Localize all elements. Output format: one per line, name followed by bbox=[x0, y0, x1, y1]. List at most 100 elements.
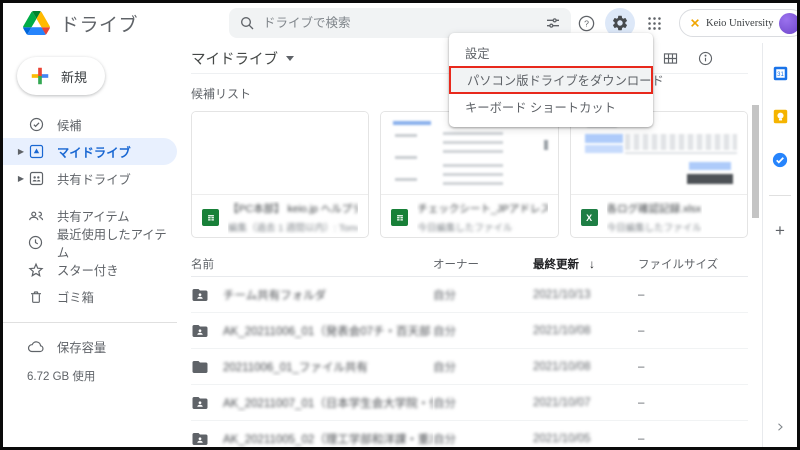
keep-icon[interactable] bbox=[772, 108, 789, 125]
column-header-owner[interactable]: オーナー bbox=[433, 259, 479, 271]
search-icon bbox=[239, 15, 255, 31]
calendar-icon[interactable]: 31 bbox=[772, 65, 789, 82]
sidebar-item-label: 候補 bbox=[57, 116, 82, 134]
shared-folder-icon bbox=[191, 430, 209, 448]
expander-icon[interactable]: ▶ bbox=[15, 147, 27, 156]
file-size: – bbox=[638, 397, 748, 409]
file-owner: 自分 bbox=[433, 431, 533, 447]
file-modified: 2021/10/07 bbox=[533, 397, 638, 409]
sort-desc-icon[interactable]: ↓ bbox=[589, 257, 595, 271]
suggested-card[interactable]: X 各ログ確認記録.xlsx 今日編集したファイル bbox=[570, 111, 748, 238]
org-name: Keio University bbox=[706, 18, 773, 29]
file-title: 各ログ確認記録.xlsx bbox=[607, 201, 702, 216]
chevron-right-icon[interactable] bbox=[774, 421, 786, 433]
side-panel-divider bbox=[769, 195, 791, 196]
new-button[interactable]: 新規 bbox=[17, 57, 105, 95]
file-modified: 2021/10/08 bbox=[533, 361, 638, 373]
file-subtitle: 今日編集したファイル bbox=[607, 220, 702, 234]
file-owner: 自分 bbox=[433, 323, 533, 339]
sidebar-divider bbox=[3, 322, 177, 323]
shared-folder-icon bbox=[191, 394, 209, 412]
file-name: AK_20211006_01（発表会07チ・百天部・西澤様） bbox=[223, 323, 433, 339]
plus-colored-icon bbox=[29, 65, 51, 87]
menu-item-keyboard-shortcuts[interactable]: キーボード ショートカット bbox=[449, 94, 653, 120]
file-size: – bbox=[638, 361, 748, 373]
tasks-icon[interactable] bbox=[771, 151, 789, 169]
plus-icon[interactable]: + bbox=[775, 222, 785, 239]
column-header-name[interactable]: 名前 bbox=[191, 256, 214, 272]
settings-gear-icon bbox=[611, 14, 629, 32]
shared-folder-icon bbox=[191, 286, 209, 304]
info-icon[interactable] bbox=[697, 50, 714, 67]
sidebar-item-label: マイドライブ bbox=[57, 143, 131, 161]
suggested-card[interactable]: チェックシート_JPアドレスレビ… 今日編集したファイル bbox=[380, 111, 558, 238]
breadcrumb[interactable]: マイドライブ bbox=[191, 48, 294, 69]
scrollbar[interactable] bbox=[752, 105, 759, 218]
apps-grid-icon bbox=[646, 15, 663, 32]
menu-highlight-box: パソコン版ドライブをダウンロード bbox=[449, 66, 653, 94]
body: 新規 候補 ▶ マイドライブ ▶ 共有 bbox=[3, 43, 797, 447]
side-panel: 31 + bbox=[762, 43, 797, 447]
google-sheets-icon bbox=[391, 209, 408, 226]
file-size: – bbox=[638, 325, 748, 337]
expander-icon[interactable]: ▶ bbox=[15, 174, 27, 183]
sidebar-item-trash[interactable]: ゴミ箱 bbox=[3, 283, 177, 310]
grid-view-icon[interactable] bbox=[662, 50, 679, 67]
settings-menu: 設定 パソコン版ドライブをダウンロード キーボード ショートカット bbox=[449, 33, 653, 127]
keio-logo-icon bbox=[690, 18, 700, 28]
file-title: チェックシート_JPアドレスレビ… bbox=[417, 201, 547, 216]
chevron-down-icon bbox=[286, 56, 294, 61]
sidebar-item-shared-drives[interactable]: ▶ 共有ドライブ bbox=[3, 165, 177, 192]
table-row[interactable]: AK_20211005_02（理工学部和洋課・重川様） 自分 2021/10/0… bbox=[191, 421, 748, 447]
shared-folder-icon bbox=[191, 322, 209, 340]
file-name: AK_20211005_02（理工学部和洋課・重川様） bbox=[223, 431, 433, 447]
star-icon bbox=[27, 261, 45, 279]
app-title: ドライブ bbox=[60, 10, 138, 37]
folder-icon bbox=[191, 358, 209, 376]
suggested-card[interactable]: 【PC本部】 keio.jp ヘルプデスク… 編集（過去 1 週間以内）: To… bbox=[191, 111, 369, 238]
sidebar-item-priority[interactable]: 候補 bbox=[3, 111, 177, 138]
drive-logo-area[interactable]: ドライブ bbox=[3, 10, 177, 37]
check-circle-icon bbox=[27, 116, 45, 134]
file-modified: 2021/10/13 bbox=[533, 289, 638, 301]
storage-used-text: 6.72 GB 使用 bbox=[3, 368, 177, 384]
file-owner: 自分 bbox=[433, 287, 533, 303]
file-name: チーム共有フォルダ bbox=[223, 287, 326, 303]
cloud-icon bbox=[27, 338, 45, 356]
sidebar-item-label: 共有アイテム bbox=[57, 207, 130, 225]
menu-item-settings[interactable]: 設定 bbox=[449, 40, 653, 66]
google-drive-window: ドライブ ? bbox=[0, 0, 800, 450]
tune-icon[interactable] bbox=[545, 15, 561, 31]
shared-drive-icon bbox=[27, 170, 45, 188]
google-sheets-icon bbox=[202, 209, 219, 226]
table-header: 名前 オーナー 最終更新 ↓ ファイルサイズ bbox=[191, 251, 748, 277]
file-name: AK_20211007_01（日本学生会大学院・伊藤公様） bbox=[223, 395, 433, 411]
table-row[interactable]: AK_20211006_01（発表会07チ・百天部・西澤様） 自分 2021/1… bbox=[191, 313, 748, 349]
table-row[interactable]: AK_20211007_01（日本学生会大学院・伊藤公様） 自分 2021/10… bbox=[191, 385, 748, 421]
top-bar: ドライブ ? bbox=[3, 3, 797, 43]
column-header-modified[interactable]: 最終更新 bbox=[533, 256, 579, 272]
file-name: 20211006_01_ファイル共有 bbox=[223, 359, 368, 375]
new-button-label: 新規 bbox=[61, 67, 87, 86]
sidebar-item-my-drive[interactable]: ▶ マイドライブ bbox=[3, 138, 177, 165]
suggested-files: 【PC本部】 keio.jp ヘルプデスク… 編集（過去 1 週間以内）: To… bbox=[191, 111, 748, 238]
avatar[interactable] bbox=[779, 13, 800, 34]
sidebar-item-starred[interactable]: スター付き bbox=[3, 256, 177, 283]
file-subtitle: 編集（過去 1 週間以内）: Tomonori Suzu… bbox=[228, 220, 358, 234]
column-header-size[interactable]: ファイルサイズ bbox=[638, 259, 718, 271]
file-modified: 2021/10/08 bbox=[533, 325, 638, 337]
file-modified: 2021/10/05 bbox=[533, 433, 638, 445]
clock-icon bbox=[27, 234, 45, 252]
account-badge[interactable]: Keio University bbox=[679, 9, 800, 37]
sidebar-item-label: スター付き bbox=[57, 261, 119, 279]
drive-logo-icon bbox=[23, 11, 50, 35]
menu-item-download-desktop-drive[interactable]: パソコン版ドライブをダウンロード bbox=[451, 68, 651, 92]
sidebar-item-recent[interactable]: 最近使用したアイテム bbox=[3, 229, 177, 256]
search-input[interactable] bbox=[263, 16, 545, 30]
my-drive-icon bbox=[27, 143, 45, 161]
table-row[interactable]: 20211006_01_ファイル共有 自分 2021/10/08 – bbox=[191, 349, 748, 385]
sidebar-item-label: ゴミ箱 bbox=[57, 288, 94, 306]
file-size: – bbox=[638, 289, 748, 301]
table-row[interactable]: チーム共有フォルダ 自分 2021/10/13 – bbox=[191, 277, 748, 313]
sidebar-item-storage[interactable]: 保存容量 bbox=[3, 333, 177, 360]
